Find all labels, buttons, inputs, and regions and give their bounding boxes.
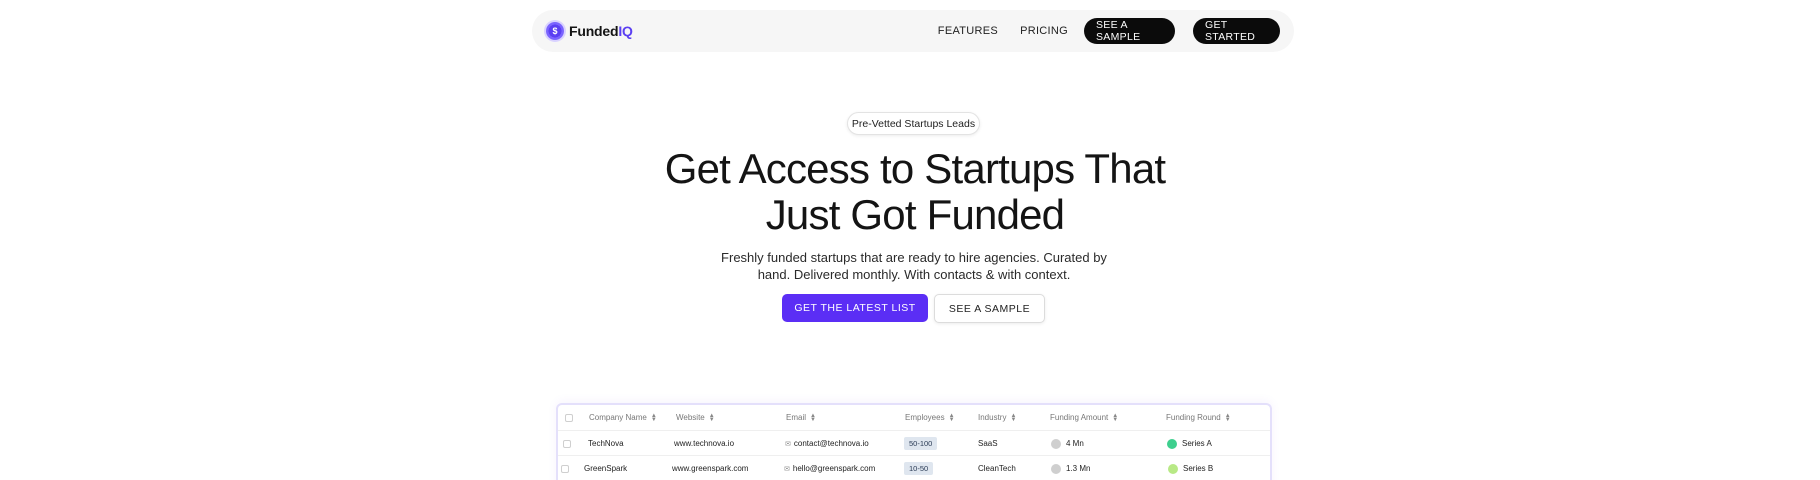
hero-sub-line2: hand. Delivered monthly. With contacts &… (757, 267, 1071, 282)
brand-name-prefix: Funded (569, 23, 619, 39)
get-latest-list-button[interactable]: GET THE LATEST LIST (782, 294, 928, 322)
company-name: GreenSpark (584, 464, 628, 473)
column-header-label: Employees (905, 413, 945, 422)
hero-headline-line1: Get Access to Startups That (664, 145, 1166, 192)
email-text: contact@technova.io (793, 439, 869, 448)
column-header-round[interactable]: Funding Round ▲ ▼ (1166, 405, 1231, 430)
column-header-label: Funding Round (1166, 413, 1221, 422)
column-header-label: Website (676, 413, 705, 422)
row-checkbox[interactable] (563, 439, 571, 448)
nav-link-pricing[interactable]: PRICING (1020, 25, 1068, 37)
sort-icon: ▲ ▼ (810, 412, 816, 423)
email-cell[interactable]: ✉ contact@technova.io (785, 431, 869, 456)
brand-name: FundedIQ (569, 23, 633, 39)
email-cell[interactable]: ✉ hello@greenspark.com (784, 456, 875, 480)
table-row[interactable]: GreenSpark www.greenspark.com ✉ hello@gre… (558, 455, 1270, 480)
sort-icon: ▲ ▼ (948, 412, 955, 423)
see-sample-button[interactable]: SEE A SAMPLE (934, 294, 1045, 323)
startups-table-preview: Company Name ▲ ▼ Website ▲ ▼ Email ▲ ▼ Employe… (556, 403, 1272, 480)
sort-icon: ▲ ▼ (1112, 412, 1119, 423)
hero-subheading: Freshly funded startups that are ready t… (700, 249, 1128, 283)
employees-badge: 10-50 (904, 462, 934, 475)
brand-name-suffix: IQ (618, 23, 633, 39)
hero-headline: Get Access to Startups That Just Got Fun… (560, 146, 1270, 238)
get-started-button[interactable]: GET STARTED (1193, 18, 1280, 44)
round-status-dot-icon (1168, 463, 1178, 474)
column-header-employees[interactable]: Employees ▲ ▼ (905, 405, 955, 430)
employees-badge: 50-100 (904, 437, 938, 450)
mail-icon: ✉ (784, 465, 790, 473)
table-header-row: Company Name ▲ ▼ Website ▲ ▼ Email ▲ ▼ Employe… (558, 405, 1270, 430)
industry-text: SaaS (978, 439, 998, 448)
column-header-website[interactable]: Website ▲ ▼ (676, 405, 715, 430)
top-nav: $ FundedIQ FEATURES PRICING SEE A SAMPLE… (532, 10, 1294, 52)
column-header-industry[interactable]: Industry ▲ ▼ (978, 405, 1016, 430)
column-header-amount[interactable]: Funding Amount ▲ ▼ (1050, 405, 1118, 430)
hero-badge: Pre-Vetted Startups Leads (847, 112, 980, 135)
amount-dot-icon (1051, 463, 1061, 474)
round-text: Series B (1183, 464, 1214, 473)
hero-sub-line1: Freshly funded startups that are ready t… (721, 250, 1107, 265)
column-header-company[interactable]: Company Name ▲ ▼ (589, 405, 657, 430)
email-text: hello@greenspark.com (792, 464, 876, 473)
row-checkbox[interactable] (561, 464, 569, 473)
hero-headline-line2: Just Got Funded (765, 191, 1065, 238)
sort-icon: ▲ ▼ (1010, 412, 1017, 423)
industry-text: CleanTech (978, 464, 1016, 473)
brand-logo[interactable]: $ FundedIQ (546, 22, 633, 40)
column-header-label: Funding Amount (1050, 413, 1109, 422)
website-link[interactable]: www.greenspark.com (672, 456, 748, 480)
amount-text: 1.3 Mn (1066, 464, 1091, 473)
dollar-coin-icon: $ (546, 22, 564, 40)
company-name: TechNova (588, 439, 624, 448)
column-header-label: Email (786, 413, 807, 422)
see-sample-nav-button[interactable]: SEE A SAMPLE (1084, 18, 1175, 44)
sort-icon: ▲ ▼ (1224, 412, 1231, 423)
table-row[interactable]: TechNova www.technova.io ✉ contact@techno… (558, 430, 1270, 455)
round-text: Series A (1182, 439, 1212, 448)
mail-icon: ✉ (785, 440, 791, 448)
column-header-label: Industry (978, 413, 1007, 422)
select-all-checkbox[interactable] (565, 413, 573, 422)
amount-dot-icon (1051, 438, 1061, 449)
column-header-email[interactable]: Email ▲ ▼ (786, 405, 816, 430)
website-link[interactable]: www.technova.io (674, 431, 734, 456)
amount-text: 4 Mn (1066, 439, 1084, 448)
sort-icon: ▲ ▼ (650, 412, 657, 423)
column-header-label: Company Name (589, 413, 647, 422)
round-status-dot-icon (1167, 438, 1177, 449)
sort-icon: ▲ ▼ (708, 412, 715, 423)
nav-link-features[interactable]: FEATURES (938, 25, 998, 37)
